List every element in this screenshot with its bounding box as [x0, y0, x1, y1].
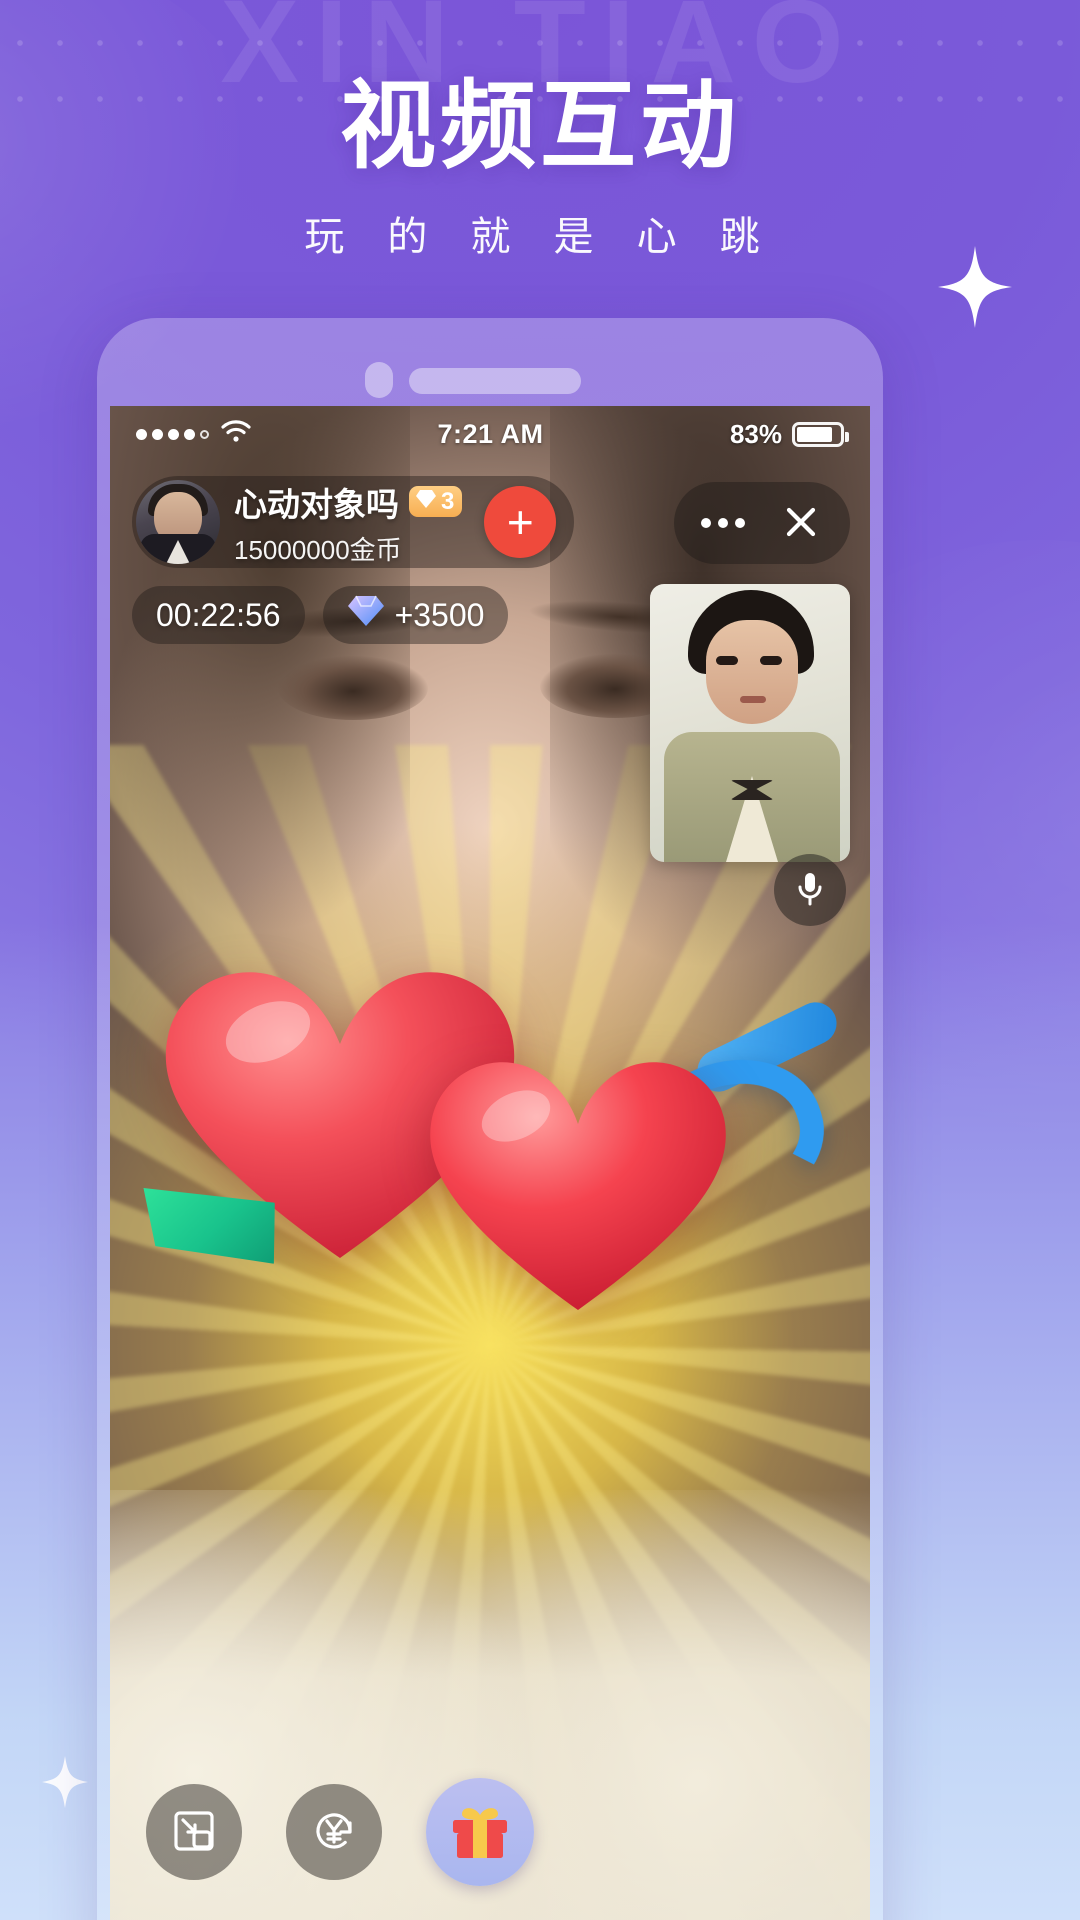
self-view-eye-right — [760, 656, 782, 665]
more-horizontal-icon — [701, 518, 745, 528]
top-right-controls — [674, 482, 850, 564]
diamond-icon — [415, 488, 437, 516]
self-view-window[interactable] — [650, 584, 850, 862]
self-view-eye-left — [716, 656, 738, 665]
host-meta: 心动对象吗 3 15000000金币 — [234, 478, 463, 567]
self-view-mouth — [740, 696, 766, 703]
microphone-button[interactable] — [774, 854, 846, 926]
dot-pattern-row-1 — [0, 36, 1080, 50]
page-subtitle: 玩 的 就 是 心 跳 — [304, 214, 776, 259]
battery-percent-label: 83% — [729, 418, 782, 449]
diamond-earnings-label: +3500 — [394, 596, 485, 633]
status-badge-value: 3 — [441, 487, 455, 515]
status-badge: 3 — [409, 485, 463, 518]
sparkle-star-small-icon — [42, 1756, 88, 1808]
call-timer-label: 00:22:56 — [156, 596, 281, 633]
call-timer-chip: 00:22:56 — [132, 586, 305, 644]
battery-icon — [791, 421, 849, 447]
gift-box-icon — [447, 1798, 513, 1867]
phone-camera-dot — [365, 362, 393, 398]
signal-dots-icon — [136, 428, 209, 440]
diamond-earnings-chip[interactable]: +3500 — [322, 586, 509, 644]
top-right-pill — [674, 482, 850, 564]
bottom-action-bar — [110, 1778, 870, 1886]
avatar[interactable] — [136, 480, 220, 564]
status-bar-right: 83% — [729, 418, 849, 450]
page-title: 视频互动 — [340, 73, 740, 180]
pip-icon — [170, 1807, 218, 1858]
yuan-refresh-icon — [309, 1806, 359, 1859]
poster-headings: 视频互动 玩 的 就 是 心 跳 — [0, 74, 1080, 262]
close-icon — [781, 502, 821, 545]
more-button[interactable] — [684, 484, 762, 562]
phone-speaker-bar — [409, 368, 581, 394]
close-button[interactable] — [762, 484, 840, 562]
wifi-icon — [221, 419, 251, 450]
microphone-icon — [793, 869, 827, 912]
phone-screen: 7:21 AM 83% 心动对象吗 3 15000000金币 + 00:22:5… — [110, 406, 870, 1920]
recharge-button[interactable] — [286, 1784, 382, 1880]
picture-in-picture-button[interactable] — [146, 1784, 242, 1880]
host-name: 心动对象吗 — [234, 485, 399, 523]
video-eye-left — [278, 656, 428, 720]
host-info-card[interactable]: 心动对象吗 3 15000000金币 + — [132, 476, 575, 568]
session-chips: 00:22:56 +3500 — [132, 586, 509, 644]
status-bar-left — [136, 419, 251, 450]
status-bar-time: 7:21 AM — [437, 418, 544, 449]
diamond-icon — [347, 594, 385, 636]
self-view-face — [706, 620, 798, 724]
host-coin-balance: 15000000金币 — [234, 534, 402, 565]
host-name-row: 心动对象吗 3 — [234, 478, 463, 526]
gift-button[interactable] — [426, 1778, 534, 1886]
status-bar: 7:21 AM 83% — [110, 406, 870, 462]
add-user-button[interactable]: + — [484, 486, 557, 558]
